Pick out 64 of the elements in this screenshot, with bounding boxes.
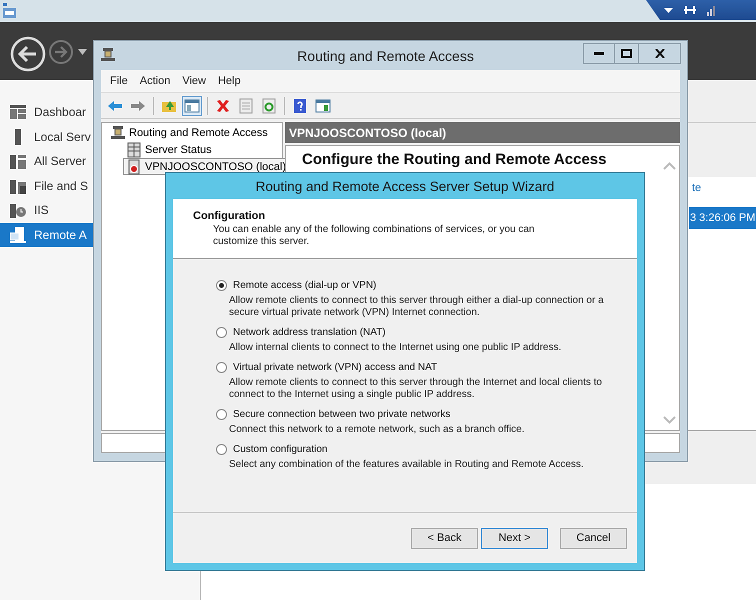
- console-icon: [184, 98, 200, 114]
- option-description: Allow remote clients to connect to this server through the Internet and local clients to connect to the Internet using a single public IP address.: [229, 377, 603, 401]
- radio-button[interactable]: [216, 444, 227, 455]
- toolbar-button[interactable]: [182, 96, 202, 116]
- pin-icon[interactable]: [683, 5, 697, 15]
- sidebar-item[interactable]: File and S: [0, 174, 93, 198]
- sidebar-item[interactable]: Dashboar: [0, 100, 93, 124]
- option-label[interactable]: Virtual private network (VPN) access and NAT: [233, 362, 438, 373]
- section-description: You can enable any of the following combinations of services, or you can customize this server.: [213, 224, 536, 248]
- dashboard-icon: [10, 104, 26, 120]
- dropdown-icon[interactable]: [78, 49, 87, 55]
- option-description: Allow internal clients to connect to the Internet using one public IP address.: [229, 342, 562, 354]
- dialog-button[interactable]: Cancel: [560, 528, 627, 548]
- properties-icon: [238, 98, 254, 114]
- server-icon: [126, 158, 142, 174]
- radio-button[interactable]: [216, 362, 227, 373]
- option-label[interactable]: Custom configuration: [233, 444, 328, 455]
- menu-item[interactable]: View: [177, 73, 211, 89]
- tree-item[interactable]: Routing and Remote Access: [107, 124, 271, 141]
- menu-item[interactable]: Help: [212, 73, 246, 89]
- tree-item[interactable]: Server Status: [123, 141, 215, 158]
- dialog-title: Routing and Remote Access Server Setup Wizard: [254, 178, 556, 196]
- sidebar-item[interactable]: All Server: [0, 149, 93, 174]
- radio-button[interactable]: [216, 280, 227, 291]
- delete-icon: [215, 98, 231, 114]
- column-header[interactable]: te: [692, 182, 702, 194]
- router-icon: [100, 47, 116, 63]
- signal-icon: [707, 4, 717, 16]
- radio-button[interactable]: [216, 409, 227, 420]
- sidebar-item[interactable]: IIS: [0, 198, 93, 222]
- view-icon: [315, 98, 331, 114]
- maximize-icon: [621, 49, 632, 58]
- sidebar-item[interactable]: Remote A: [0, 222, 93, 247]
- menu-item[interactable]: Action: [134, 73, 176, 89]
- minimize-icon: [594, 52, 604, 55]
- option-description: Select any combination of the features available in Routing and Remote Access.: [229, 459, 585, 471]
- app-icon: [3, 3, 16, 18]
- option-label[interactable]: Remote access (dial-up or VPN): [233, 280, 376, 291]
- pane-heading: Configure the Routing and Remote Access: [302, 151, 606, 168]
- help-icon: [292, 98, 308, 114]
- files-icon: [10, 178, 26, 194]
- iis-icon: [10, 202, 26, 218]
- root-icon: [110, 124, 126, 140]
- remote-icon: [10, 226, 26, 243]
- window-title: Routing and Remote Access: [297, 48, 474, 64]
- section-title: Configuration: [193, 210, 266, 222]
- dialog-button[interactable]: Next >: [481, 528, 548, 548]
- radio-button[interactable]: [216, 327, 227, 338]
- sidebar-item[interactable]: Local Serv: [0, 124, 93, 149]
- option-description: Connect this network to a remote network, such as a branch office.: [229, 424, 526, 436]
- table-row[interactable]: 3 3:26:06 PM: [689, 207, 756, 229]
- option-description: Allow remote clients to connect to this server through either a dial-up connection or a secure virtual private network (VPN) Internet connection.: [229, 295, 605, 319]
- menu-item[interactable]: File: [105, 73, 133, 89]
- dialog-button[interactable]: < Back: [411, 528, 478, 548]
- option-label[interactable]: Secure connection between two private networks: [233, 409, 450, 420]
- pane-header: VPNJOOSCONTOSO (local): [285, 122, 680, 143]
- back-button[interactable]: [10, 36, 46, 72]
- status-icon: [126, 142, 142, 158]
- servers-icon: [10, 153, 26, 170]
- refresh-icon: [261, 98, 277, 114]
- close-icon: [654, 49, 664, 58]
- option-label[interactable]: Network address translation (NAT): [233, 327, 386, 338]
- forward-button[interactable]: [48, 39, 74, 65]
- caret-icon[interactable]: [664, 8, 673, 12]
